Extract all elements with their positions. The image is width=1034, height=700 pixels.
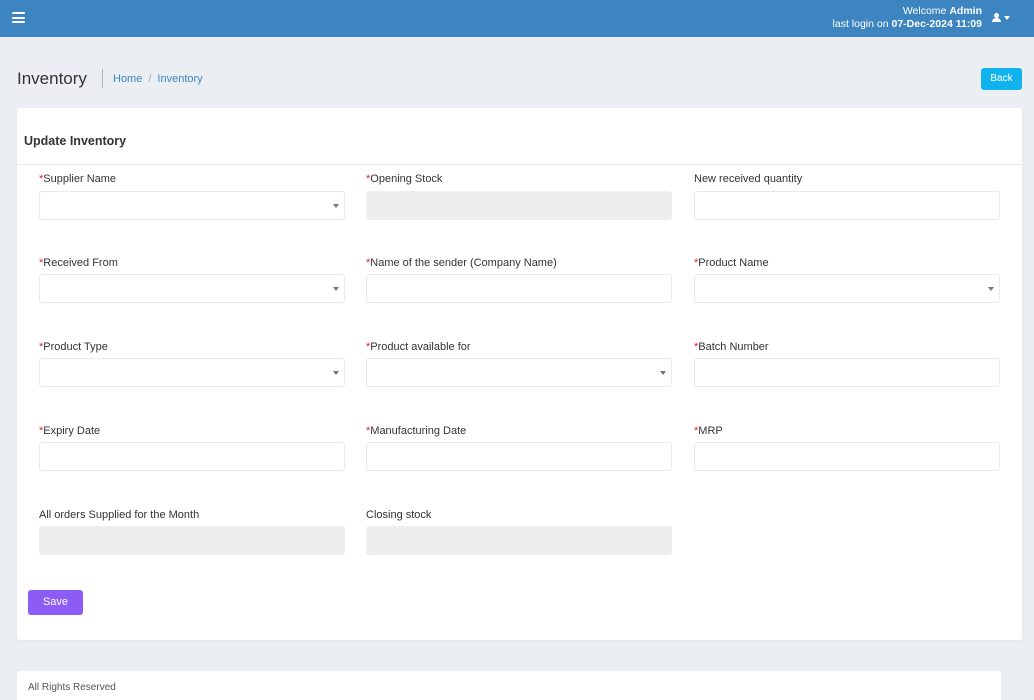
mrp-label: *MRP (694, 425, 723, 437)
sender-name-label: *Name of the sender (Company Name) (366, 257, 557, 269)
breadcrumb-separator: / (148, 73, 152, 85)
batch-number-label: *Batch Number (694, 341, 769, 353)
chevron-down-icon (333, 371, 339, 375)
breadcrumb: Home / Inventory (113, 73, 203, 85)
update-inventory-card: Update Inventory *Supplier Name *Opening… (17, 108, 1022, 640)
card-divider (17, 164, 1022, 165)
supplier-name-select[interactable] (39, 191, 345, 220)
chevron-down-icon (988, 287, 994, 291)
product-type-label: *Product Type (39, 341, 108, 353)
new-received-quantity-label: New received quantity (694, 173, 803, 185)
page-title: Inventory (17, 69, 87, 88)
closing-stock-label: Closing stock (366, 509, 432, 521)
caret-down-icon (1004, 16, 1010, 20)
top-navbar: Welcome Admin last login on 07-Dec-2024 … (0, 0, 1034, 37)
breadcrumb-home-link[interactable]: Home (113, 73, 142, 85)
last-login-prefix: last login on (832, 18, 889, 30)
back-button[interactable]: Back (981, 68, 1022, 90)
mrp-input[interactable] (694, 442, 1000, 471)
batch-number-input[interactable] (694, 358, 1000, 387)
manufacturing-date-label: *Manufacturing Date (366, 425, 467, 437)
product-name-label: *Product Name (694, 257, 769, 269)
supplier-name-label: *Supplier Name (39, 173, 117, 185)
received-from-label: *Received From (39, 257, 118, 269)
new-received-quantity-input[interactable] (694, 191, 1000, 220)
received-from-select[interactable] (39, 274, 345, 303)
card-title: Update Inventory (24, 134, 127, 148)
hamburger-menu-icon[interactable] (12, 12, 25, 23)
closing-stock-input (366, 526, 672, 555)
product-name-select[interactable] (694, 274, 1000, 303)
chevron-down-icon (333, 287, 339, 291)
monthly-orders-input (39, 526, 345, 555)
welcome-prefix: Welcome (902, 5, 947, 17)
monthly-orders-label: All orders Supplied for the Month (39, 509, 200, 521)
product-available-for-select[interactable] (366, 358, 672, 387)
product-available-for-label: *Product available for (366, 341, 471, 353)
product-type-select[interactable] (39, 358, 345, 387)
username: Admin (949, 5, 982, 17)
last-login-time: 07-Dec-2024 11:09 (891, 18, 983, 30)
opening-stock-label: *Opening Stock (366, 173, 443, 185)
expiry-date-input[interactable] (39, 442, 345, 471)
title-divider (102, 69, 103, 88)
save-button[interactable]: Save (28, 590, 83, 615)
footer-text: All Rights Reserved (28, 682, 116, 693)
breadcrumb-current[interactable]: Inventory (157, 73, 202, 85)
expiry-date-label: *Expiry Date (39, 425, 101, 437)
chevron-down-icon (660, 371, 666, 375)
sender-name-input[interactable] (366, 274, 672, 303)
footer: All Rights Reserved (17, 671, 1001, 700)
welcome-info: Welcome Admin last login on 07-Dec-2024 … (833, 5, 982, 31)
user-menu-toggle[interactable] (992, 13, 1014, 25)
manufacturing-date-input[interactable] (366, 442, 672, 471)
opening-stock-input (366, 191, 672, 220)
chevron-down-icon (333, 204, 339, 208)
